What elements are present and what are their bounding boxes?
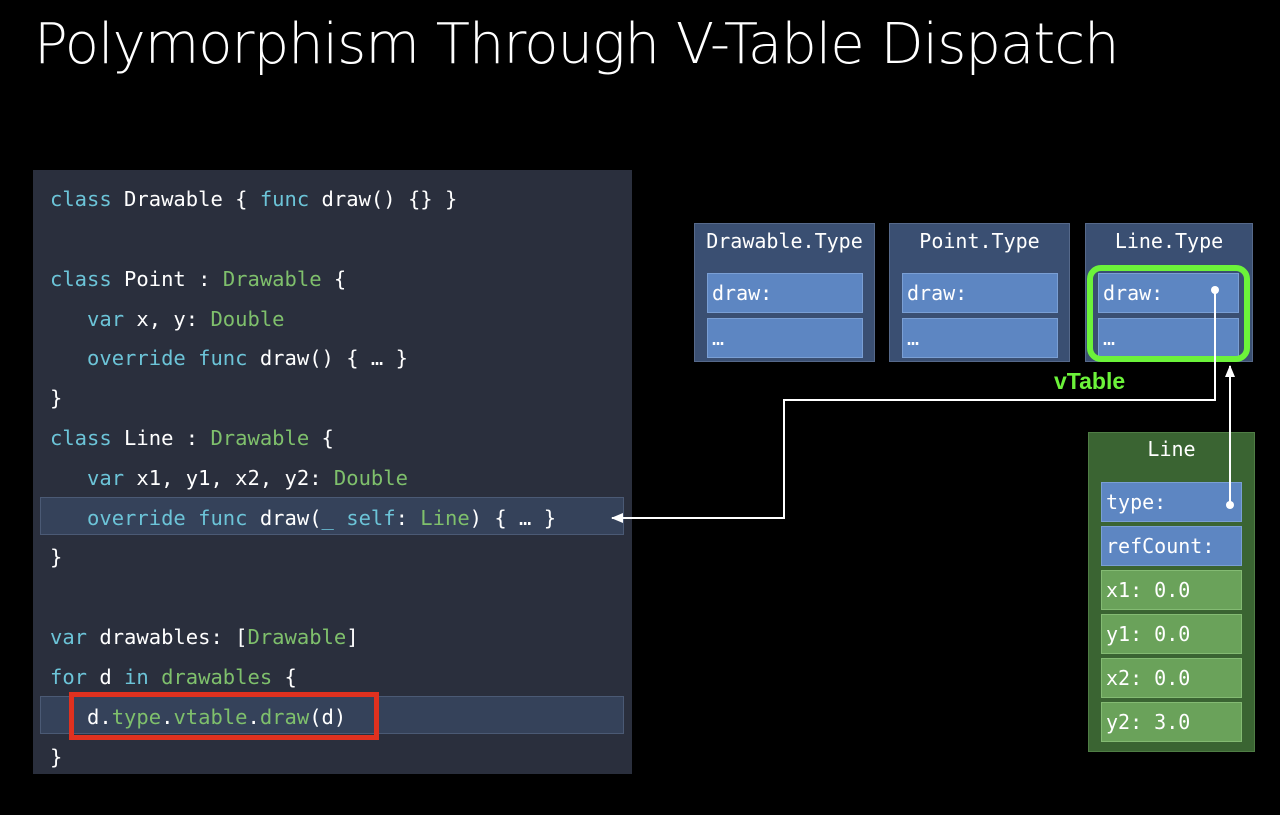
connector-arrows (611, 286, 1235, 523)
draw-pointer-dot (1211, 286, 1219, 294)
type-pointer-dot (1226, 501, 1234, 509)
draw-pointer-arrow (611, 290, 1216, 523)
